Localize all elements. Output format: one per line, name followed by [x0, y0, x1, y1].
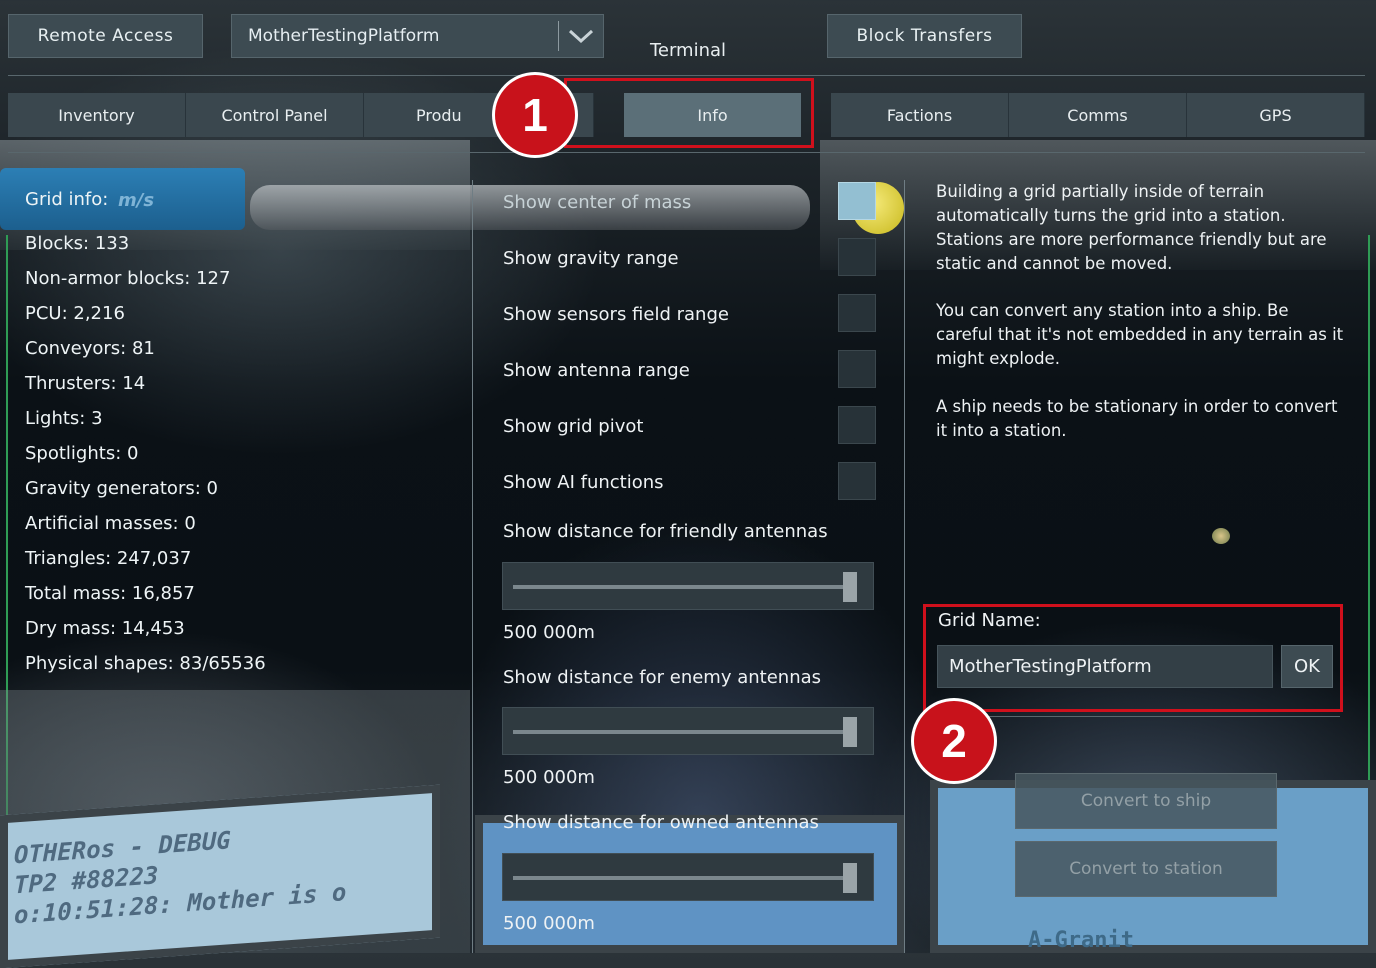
annotation-badge-1: 1: [495, 75, 575, 155]
enemy-antennas-label: Show distance for enemy antennas: [503, 667, 822, 688]
grid-selector-dropdown[interactable]: MotherTestingPlatform: [231, 14, 604, 58]
grid-name-divider: [930, 716, 1340, 717]
stat-thrusters: Thrusters: 14: [25, 373, 146, 394]
terminal-title: Terminal: [649, 40, 727, 61]
convert-to-ship-button[interactable]: Convert to ship: [1015, 773, 1277, 829]
show-grid-pivot-label: Show grid pivot: [503, 416, 644, 437]
chevron-down-icon[interactable]: [559, 28, 603, 44]
grid-selector-value: MotherTestingPlatform: [248, 26, 440, 46]
owned-antennas-value: 500 000m: [503, 913, 595, 934]
stat-lights: Lights: 3: [25, 408, 103, 429]
grid-info-header: Grid info:: [25, 189, 109, 210]
stat-artificial-masses: Artificial masses: 0: [25, 513, 196, 534]
show-antenna-range-checkbox[interactable]: [838, 350, 876, 388]
stat-physical-shapes: Physical shapes: 83/65536: [25, 653, 266, 674]
show-sensors-field-range-checkbox[interactable]: [838, 294, 876, 332]
show-center-of-mass-checkbox[interactable]: [838, 182, 876, 220]
owned-antennas-slider[interactable]: [502, 853, 874, 901]
friendly-antennas-value: 500 000m: [503, 622, 595, 643]
tab-control-panel[interactable]: Control Panel: [186, 93, 364, 137]
remote-access-button[interactable]: Remote Access: [8, 14, 203, 58]
show-ai-functions-checkbox[interactable]: [838, 462, 876, 500]
friendly-antennas-label: Show distance for friendly antennas: [503, 521, 828, 542]
tab-inventory[interactable]: Inventory: [8, 93, 186, 137]
show-ai-functions-label: Show AI functions: [503, 472, 664, 493]
show-antenna-range-label: Show antenna range: [503, 360, 690, 381]
stat-triangles: Triangles: 247,037: [25, 548, 192, 569]
show-gravity-range-checkbox[interactable]: [838, 238, 876, 276]
stat-conveyors: Conveyors: 81: [25, 338, 155, 359]
show-grid-pivot-checkbox[interactable]: [838, 406, 876, 444]
right-screen-text: A-Granit: [1028, 928, 1134, 953]
friendly-antennas-slider[interactable]: [502, 562, 874, 610]
stat-blocks: Blocks: 133: [25, 233, 130, 254]
show-center-of-mass-label: Show center of mass: [503, 192, 692, 213]
stat-gravity-generators: Gravity generators: 0: [25, 478, 218, 499]
slider-track: [513, 730, 855, 734]
owned-antennas-label: Show distance for owned antennas: [503, 812, 819, 833]
show-sensors-field-range-label: Show sensors field range: [503, 304, 729, 325]
stat-pcu: PCU: 2,216: [25, 303, 125, 324]
speed-unit-text: m/s: [118, 190, 155, 211]
slider-handle[interactable]: [843, 717, 857, 747]
info-paragraph-station: Building a grid partially inside of terr…: [936, 182, 1327, 273]
convert-to-station-button[interactable]: Convert to station: [1015, 841, 1277, 897]
tab-comms[interactable]: Comms: [1009, 93, 1187, 137]
block-transfers-button[interactable]: Block Transfers: [827, 14, 1022, 58]
asteroid: [1212, 528, 1230, 544]
debug-screen: OTHERos - DEBUG TP2 #88223 o:10:51:28: M…: [0, 784, 440, 968]
slider-track: [513, 876, 855, 880]
tab-gps[interactable]: GPS: [1187, 93, 1365, 137]
column-divider-left: [472, 180, 473, 953]
tab-factions[interactable]: Factions: [831, 93, 1009, 137]
slider-track: [513, 585, 855, 589]
stat-non-armor-blocks: Non-armor blocks: 127: [25, 268, 231, 289]
annotation-badge-2: 2: [914, 701, 994, 781]
annotation-box-grid-name: [923, 604, 1343, 712]
slider-handle[interactable]: [843, 863, 857, 893]
tabs-divider: [8, 152, 1365, 153]
stat-dry-mass: Dry mass: 14,453: [25, 618, 185, 639]
top-divider: [8, 75, 1365, 76]
stat-total-mass: Total mass: 16,857: [25, 583, 195, 604]
info-paragraph-convert: You can convert any station into a ship.…: [936, 301, 1344, 368]
enemy-antennas-slider[interactable]: [502, 707, 874, 755]
show-gravity-range-label: Show gravity range: [503, 248, 679, 269]
enemy-antennas-value: 500 000m: [503, 767, 595, 788]
annotation-box-info-tab: [564, 78, 814, 148]
slider-handle[interactable]: [843, 572, 857, 602]
stat-spotlights: Spotlights: 0: [25, 443, 139, 464]
column-divider-right: [904, 180, 905, 953]
info-paragraph-stationary: A ship needs to be stationary in order t…: [936, 397, 1338, 440]
